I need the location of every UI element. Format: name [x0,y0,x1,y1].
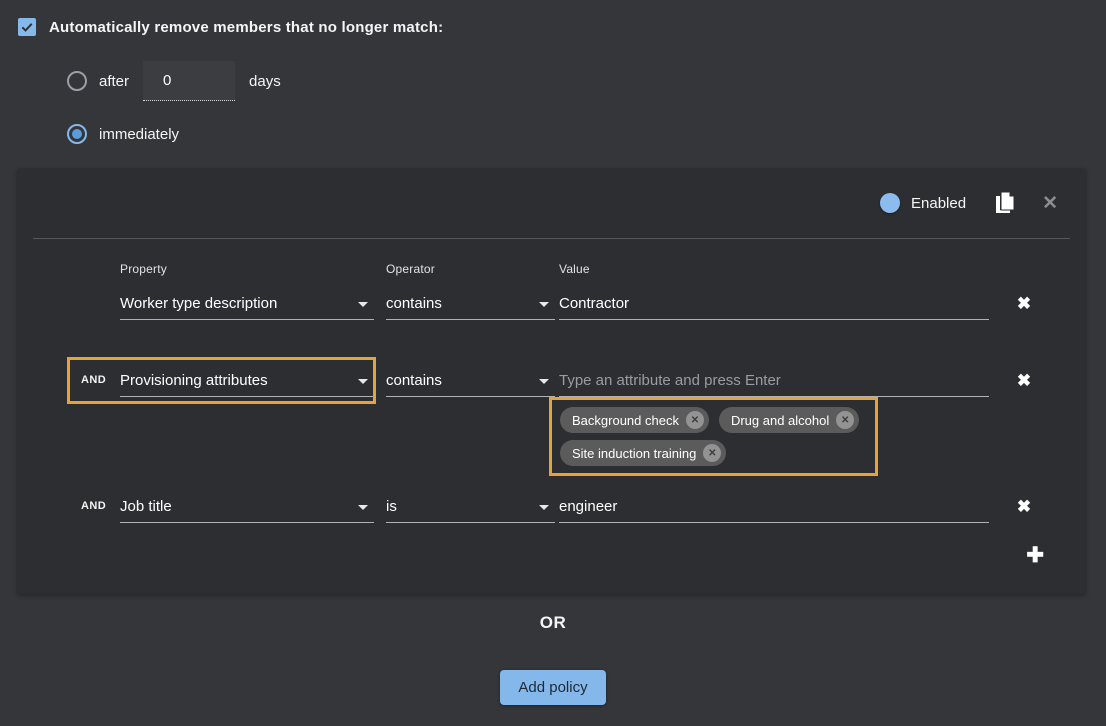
property-dropdown[interactable]: Job title [120,498,374,523]
copy-icon [994,191,1016,215]
property-value: Provisioning attributes [120,372,268,389]
conjunction-label [81,295,120,297]
property-value: Worker type description [120,295,277,312]
checkmark-icon [20,20,34,34]
chip-label: Site induction training [572,446,696,461]
add-policy-wrap: Add policy [0,670,1106,705]
value-input[interactable] [559,295,989,312]
value-input[interactable] [559,498,989,515]
conjunction-label: AND [81,372,120,386]
conjunction-label: AND [81,498,120,512]
auto-remove-row: Automatically remove members that no lon… [18,18,1106,36]
attribute-chip: Drug and alcohol ✕ [719,407,859,433]
value-column-header: Value [559,262,989,276]
chevron-down-icon [539,505,549,510]
operator-column-header: Operator [386,262,559,276]
header-divider [33,238,1070,239]
property-column-header: Property [120,262,386,276]
after-radio[interactable] [67,71,87,91]
property-dropdown[interactable]: Provisioning attributes [120,372,374,397]
attribute-chip: Site induction training ✕ [560,440,726,466]
remove-members-section: Automatically remove members that no lon… [0,0,1106,144]
attribute-chip: Background check ✕ [560,407,709,433]
toggle-knob [880,193,900,213]
operator-dropdown[interactable]: is [386,498,555,523]
or-separator-label: OR [0,613,1106,633]
rule-row-2: AND Provisioning attributes contains Bac… [17,372,1086,476]
operator-dropdown[interactable]: contains [386,295,555,320]
rule-row-3: AND Job title is ✖ [17,498,1086,523]
chevron-down-icon [358,505,368,510]
operator-value: is [386,498,397,515]
immediately-label: immediately [99,126,179,143]
attribute-chips-highlight-box: Background check ✕ Drug and alcohol ✕ Si… [549,397,878,476]
immediately-radio[interactable] [67,124,87,144]
add-rule-row: ✚ [17,546,1086,566]
operator-dropdown[interactable]: contains [386,372,555,397]
attribute-input[interactable] [559,372,989,389]
chip-remove-icon[interactable]: ✕ [703,444,721,462]
chevron-down-icon [358,379,368,384]
chevron-down-icon [539,302,549,307]
days-label: days [249,73,281,90]
property-dropdown[interactable]: Worker type description [120,295,374,320]
chevron-down-icon [358,302,368,307]
policy-card: Enabled ✕ Property Operator Value Worker… [17,168,1086,594]
operator-value: contains [386,295,442,312]
delete-rule-button[interactable]: ✖ [1017,498,1031,515]
property-value: Job title [120,498,172,515]
chip-label: Background check [572,413,679,428]
auto-remove-label: Automatically remove members that no lon… [49,19,443,36]
immediately-row: immediately [67,124,1106,144]
after-label: after [99,73,129,90]
chip-remove-icon[interactable]: ✕ [686,411,704,429]
rule-column-headers: Property Operator Value [17,262,1086,276]
delete-rule-button[interactable]: ✖ [1017,372,1031,389]
rule-row-1: Worker type description contains ✖ [17,295,1086,320]
chip-remove-icon[interactable]: ✕ [836,411,854,429]
chevron-down-icon [539,379,549,384]
days-input[interactable] [143,61,235,101]
operator-value: contains [386,372,442,389]
auto-remove-checkbox[interactable] [18,18,36,36]
after-days-row: after days [67,61,1106,101]
policy-card-header: Enabled ✕ [17,168,1086,238]
add-policy-button[interactable]: Add policy [500,670,605,705]
add-rule-button[interactable]: ✚ [1026,546,1044,566]
chip-label: Drug and alcohol [731,413,829,428]
enabled-toggle[interactable] [863,196,897,210]
enabled-toggle-label: Enabled [911,195,966,212]
delete-rule-button[interactable]: ✖ [1017,295,1031,312]
close-policy-button[interactable]: ✕ [1042,194,1058,213]
copy-policy-button[interactable] [994,191,1016,215]
